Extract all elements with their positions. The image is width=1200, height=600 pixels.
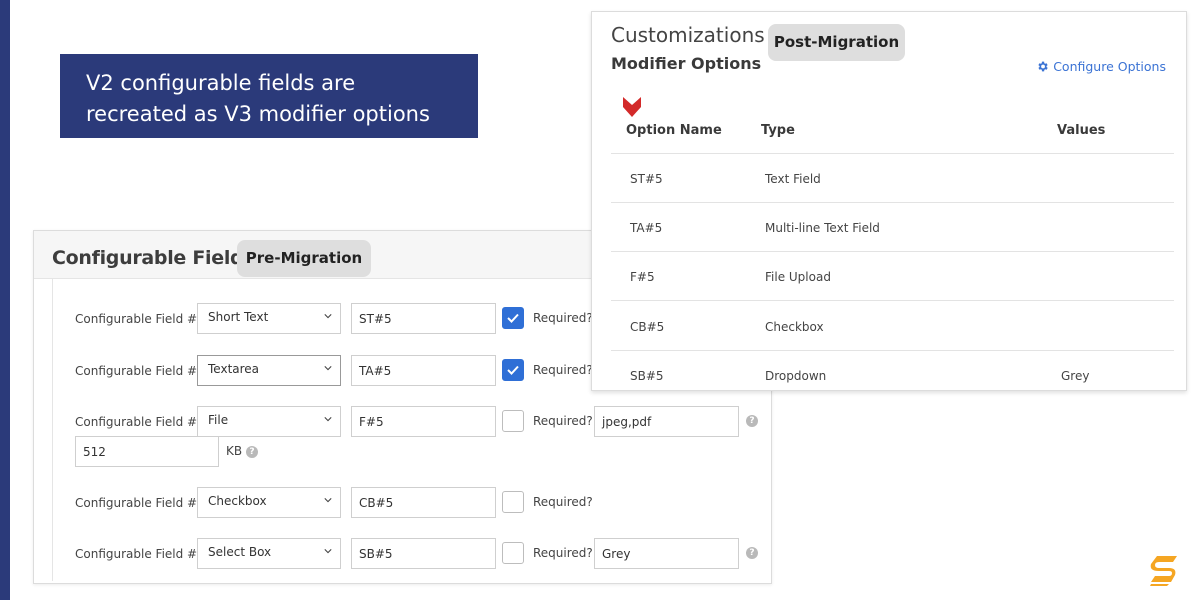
file-types-input[interactable]: jpeg,pdf — [594, 406, 739, 437]
select-value: Select Box — [208, 545, 272, 559]
column-header-values[interactable]: Values — [1057, 123, 1105, 138]
required-checkbox[interactable] — [502, 307, 524, 329]
configurable-fields-title: Configurable Fields — [52, 247, 255, 269]
callout-line-1: V2 configurable fields are — [86, 71, 356, 95]
required-checkbox[interactable] — [502, 410, 524, 432]
field-name-input[interactable]: ST#5 — [351, 303, 496, 334]
callout-line-2: recreated as V3 modifier options — [86, 102, 430, 126]
post-migration-badge: Post-Migration — [768, 24, 905, 61]
configure-options-link[interactable]: Configure Options — [1036, 59, 1166, 74]
option-name: SB#5 — [630, 369, 664, 383]
field-label: Configurable Field #3 — [75, 415, 205, 429]
customizations-title: Customizations — [611, 23, 765, 47]
table-row[interactable]: F#5 File Upload — [611, 252, 1174, 301]
option-type: Text Field — [765, 172, 821, 186]
configure-options-label: Configure Options — [1053, 59, 1166, 74]
field-label: Configurable Field #5 — [75, 547, 205, 561]
required-label: Required? — [533, 546, 593, 560]
field-label: Configurable Field #2 — [75, 364, 205, 378]
file-size-input[interactable]: 512 — [75, 436, 219, 467]
field-label: Configurable Field #1 — [75, 312, 205, 326]
field-type-select[interactable]: Select Box — [197, 538, 341, 569]
option-type: File Upload — [765, 270, 831, 284]
option-name: ST#5 — [630, 172, 663, 186]
field-type-select[interactable]: File — [197, 406, 341, 437]
field-name-input[interactable]: TA#5 — [351, 355, 496, 386]
post-migration-panel: Customizations Modifier Options Post-Mig… — [591, 11, 1187, 391]
required-checkbox[interactable] — [502, 542, 524, 564]
left-accent-bar — [0, 0, 10, 600]
help-icon[interactable]: ? — [246, 446, 258, 458]
select-options-input[interactable]: Grey — [594, 538, 739, 569]
chevron-down-icon — [324, 314, 332, 319]
gear-icon — [1038, 61, 1048, 72]
option-name: CB#5 — [630, 320, 665, 334]
help-icon[interactable]: ? — [746, 415, 758, 427]
option-type: Dropdown — [765, 369, 827, 383]
checkmark-icon — [507, 313, 519, 323]
select-value: Checkbox — [208, 494, 267, 508]
option-name: F#5 — [630, 270, 655, 284]
field-name-input[interactable]: CB#5 — [351, 487, 496, 518]
option-name: TA#5 — [630, 221, 663, 235]
checkmark-icon — [507, 365, 519, 375]
table-row[interactable]: TA#5 Multi-line Text Field — [611, 203, 1174, 252]
help-icon[interactable]: ? — [746, 547, 758, 559]
table-row[interactable]: CB#5 Checkbox — [611, 302, 1174, 351]
field-label: Configurable Field #4 — [75, 496, 205, 510]
options-table-header: Option Name Type Values — [611, 123, 1174, 154]
field-type-select[interactable]: Short Text — [197, 303, 341, 334]
field-name-input[interactable]: SB#5 — [351, 538, 496, 569]
select-value: Textarea — [208, 362, 260, 376]
chevron-down-icon — [324, 366, 332, 371]
required-label: Required? — [533, 495, 593, 509]
brand-logo-icon — [1150, 556, 1177, 586]
table-row[interactable]: SB#5 Dropdown Grey — [611, 351, 1174, 400]
slide: V2 configurable fields are recreated as … — [0, 0, 1200, 600]
chevron-down-icon — [324, 549, 332, 554]
required-label: Required? — [533, 311, 593, 325]
required-label: Required? — [533, 363, 593, 377]
pre-migration-badge: Pre-Migration — [237, 240, 371, 277]
required-checkbox[interactable] — [502, 491, 524, 513]
callout-box: V2 configurable fields are recreated as … — [60, 54, 478, 138]
chevron-down-icon — [324, 498, 332, 503]
option-type: Checkbox — [765, 320, 824, 334]
field-type-select[interactable]: Checkbox — [197, 487, 341, 518]
arrow-marker-icon — [623, 97, 641, 117]
required-checkbox[interactable] — [502, 359, 524, 381]
option-values: Grey — [1061, 369, 1090, 383]
chevron-down-icon — [324, 417, 332, 422]
column-header-type[interactable]: Type — [761, 123, 795, 138]
column-header-option-name[interactable]: Option Name — [626, 123, 722, 138]
option-type: Multi-line Text Field — [765, 221, 880, 235]
file-size-unit: KB — [226, 444, 243, 458]
table-row[interactable]: ST#5 Text Field — [611, 154, 1174, 203]
required-label: Required? — [533, 414, 593, 428]
field-name-input[interactable]: F#5 — [351, 406, 496, 437]
field-type-select[interactable]: Textarea — [197, 355, 341, 386]
select-value: File — [208, 413, 229, 427]
select-value: Short Text — [208, 310, 269, 324]
modifier-options-subtitle: Modifier Options — [611, 54, 762, 73]
